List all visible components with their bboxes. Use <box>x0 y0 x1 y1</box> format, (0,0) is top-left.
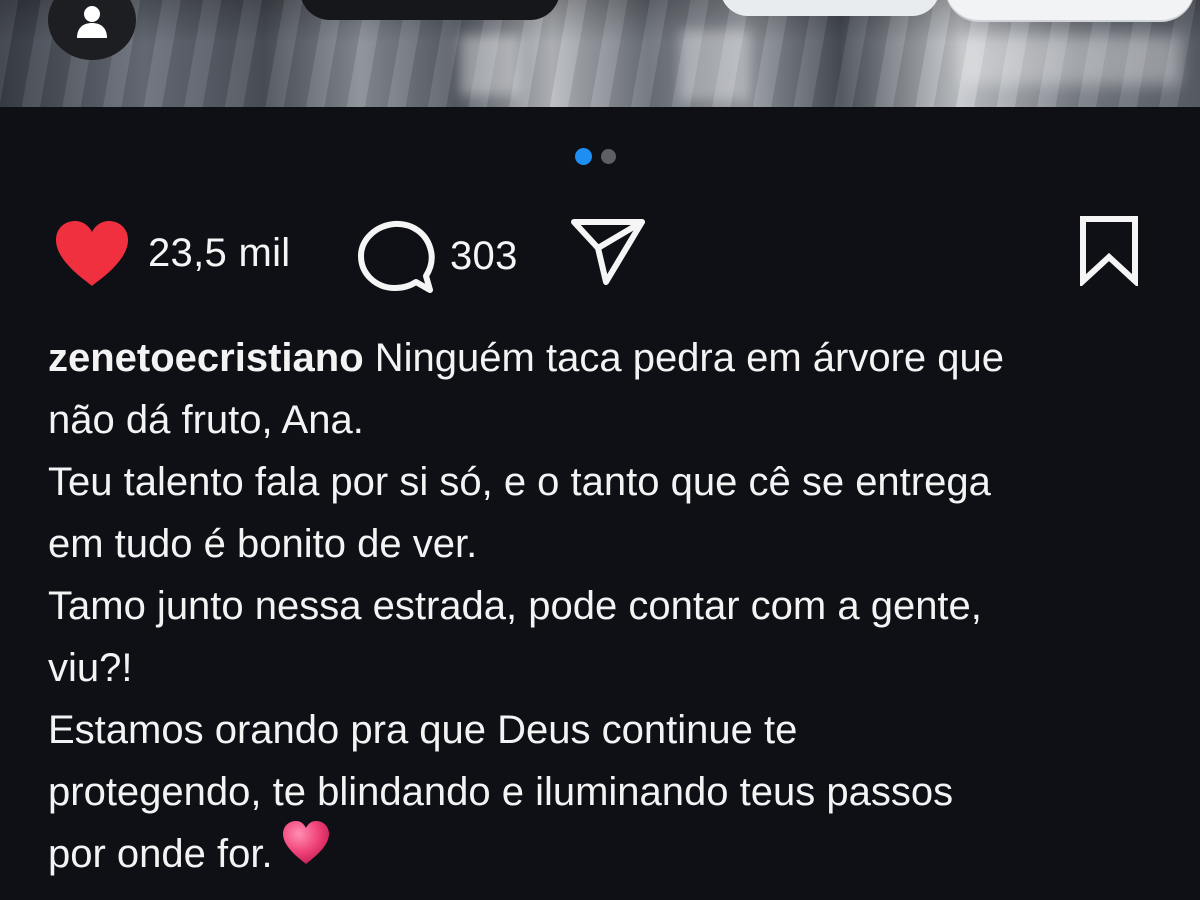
post-caption: zenetoecristiano Ninguém taca pedra em á… <box>48 327 1158 885</box>
comment-button[interactable]: 303 <box>356 218 518 294</box>
image-shoe-right <box>945 0 1195 20</box>
caption-line: Estamos orando pra que Deus continue te <box>48 708 798 752</box>
caption-line: protegendo, te blindando e iluminando te… <box>48 770 954 814</box>
caption-line: zenetoecristiano Ninguém taca pedra em á… <box>48 327 1158 389</box>
caption-text: Ninguém taca pedra em árvore que <box>374 336 1005 380</box>
comments-count[interactable]: 303 <box>450 234 518 279</box>
image-reflection <box>460 35 520 95</box>
caption-text: por onde for. <box>48 832 273 876</box>
post-actions-bar: 23,5 mil 303 <box>52 212 1140 294</box>
likes-count[interactable]: 23,5 mil <box>148 231 290 276</box>
carousel-dot-active <box>575 148 592 165</box>
caption-line: viu?! <box>48 646 133 690</box>
person-icon <box>77 6 107 38</box>
share-button[interactable] <box>570 216 646 286</box>
carousel-indicator <box>575 148 616 165</box>
image-shoe-middle <box>720 0 940 16</box>
caption-last-line: por onde for. <box>48 820 1158 885</box>
like-button[interactable]: 23,5 mil <box>52 218 290 288</box>
post-username[interactable]: zenetoecristiano <box>48 336 364 380</box>
bookmark-icon <box>1080 216 1138 286</box>
caption-line: não dá fruto, Ana. <box>48 398 364 442</box>
image-shoe-left <box>300 0 560 20</box>
caption-line: Tamo junto nessa estrada, pode contar co… <box>48 584 982 628</box>
pink-heart-emoji-icon <box>281 820 331 884</box>
carousel-dot <box>601 149 616 164</box>
caption-line: em tudo é bonito de ver. <box>48 522 478 566</box>
paper-plane-icon <box>571 219 645 285</box>
save-button[interactable] <box>1078 214 1140 286</box>
image-reflection <box>680 30 750 100</box>
post-image[interactable] <box>0 0 1200 107</box>
image-reflection <box>960 35 1180 85</box>
comment-bubble-icon <box>358 220 435 293</box>
heart-filled-icon <box>56 221 128 286</box>
caption-line: Teu talento fala por si só, e o tanto qu… <box>48 460 991 504</box>
